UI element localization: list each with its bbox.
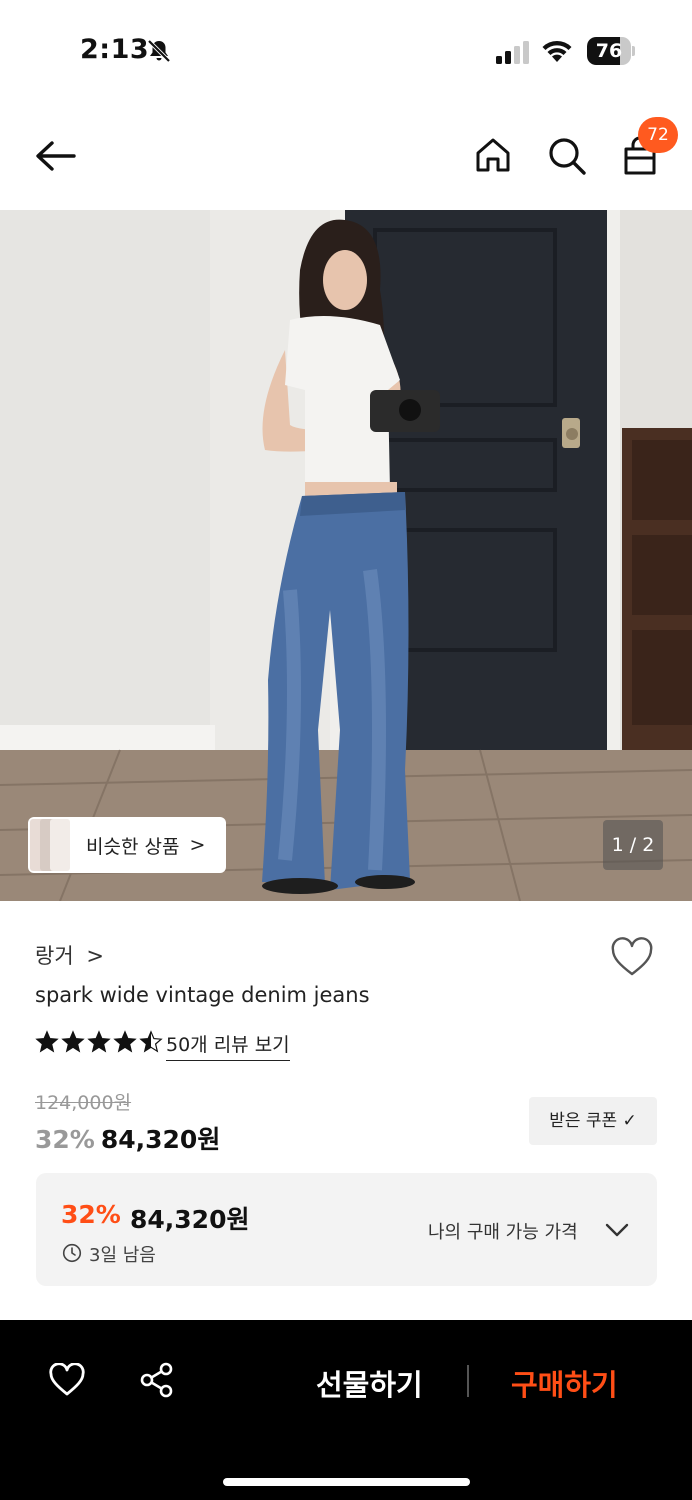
product-name: spark wide vintage denim jeans <box>35 983 370 1007</box>
card-price: 84,320원 <box>130 1205 250 1234</box>
sale-price: 84,320원 <box>100 1125 221 1154</box>
cellular-signal-icon <box>496 41 529 64</box>
back-arrow-icon[interactable] <box>34 138 78 174</box>
rating-stars <box>35 1030 163 1054</box>
discount-rate: 32% <box>35 1125 95 1154</box>
price-row: 32% 84,320원 <box>35 1120 220 1156</box>
image-page-indicator: 1 / 2 <box>603 820 663 870</box>
remaining-time: 3일 남음 <box>89 1245 156 1266</box>
similar-thumbnails <box>28 817 72 873</box>
bell-muted-icon <box>147 39 171 63</box>
chevron-right-icon: > <box>86 944 104 968</box>
clock-icon <box>62 1243 82 1263</box>
battery-icon: 76 <box>587 37 635 65</box>
my-price-label: 나의 구매 가능 가격 <box>428 1222 578 1243</box>
brand-link[interactable]: 랑거 > <box>35 940 104 970</box>
review-link[interactable]: 50개 리뷰 보기 <box>166 1030 290 1061</box>
star-half-icon <box>139 1030 163 1053</box>
bottom-action-bar: 선물하기 구매하기 <box>0 1320 692 1500</box>
similar-products-label: 비슷한 상품 <box>86 835 180 858</box>
cart-count-badge: 72 <box>638 117 678 153</box>
chevron-right-icon: > <box>189 834 206 856</box>
search-icon[interactable] <box>547 136 587 176</box>
divider <box>467 1365 469 1397</box>
home-indicator <box>223 1478 470 1486</box>
status-bar: 2:13 76 <box>0 0 692 100</box>
product-image[interactable] <box>0 210 692 901</box>
heart-icon[interactable] <box>48 1363 86 1397</box>
buy-button[interactable]: 구매하기 <box>511 1362 618 1404</box>
product-photo <box>0 210 692 901</box>
gift-button[interactable]: 선물하기 <box>316 1362 423 1404</box>
home-icon[interactable] <box>474 136 512 174</box>
battery-percent: 76 <box>595 40 623 62</box>
brand-name: 랑거 <box>35 944 74 968</box>
top-nav-bar: 72 <box>0 100 692 210</box>
original-price: 124,000원 <box>35 1092 132 1114</box>
star-filled-icon <box>87 1030 111 1053</box>
wifi-icon <box>542 40 572 62</box>
similar-products-button[interactable]: 비슷한 상품 > <box>28 817 226 873</box>
share-icon[interactable] <box>139 1362 175 1398</box>
card-discount-rate: 32% <box>61 1200 121 1229</box>
star-filled-icon <box>113 1030 137 1053</box>
chevron-down-icon <box>605 1223 629 1237</box>
received-coupon-button[interactable]: 받은 쿠폰 ✓ <box>529 1097 657 1145</box>
star-filled-icon <box>35 1030 59 1053</box>
status-time: 2:13 <box>80 34 150 65</box>
star-filled-icon <box>61 1030 85 1053</box>
my-purchase-price-card[interactable]: 32% 84,320원 3일 남음 나의 구매 가능 가격 <box>36 1173 657 1286</box>
wishlist-heart-icon[interactable] <box>610 937 654 977</box>
